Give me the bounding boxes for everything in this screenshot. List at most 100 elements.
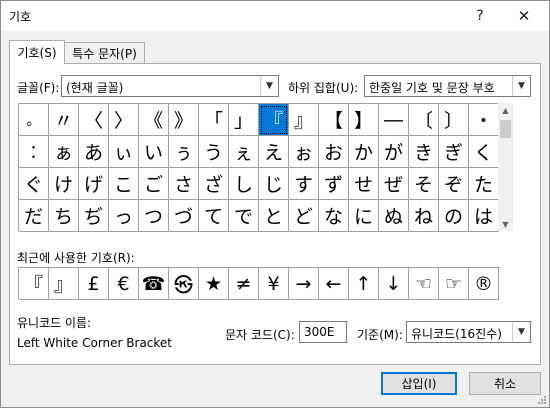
symbol-grid-scrollbar[interactable]: ▲ ▼: [498, 103, 513, 231]
recent-symbol-cell[interactable]: ☎: [139, 268, 169, 300]
symbol-cell[interactable]: ぅ: [169, 136, 199, 168]
symbol-cell[interactable]: っ: [109, 200, 139, 232]
symbol-cell[interactable]: 」: [229, 104, 259, 136]
recent-symbol-cell[interactable]: ☞: [439, 268, 469, 300]
symbol-cell[interactable]: ―: [379, 104, 409, 136]
recent-symbol-cell[interactable]: ㉿: [169, 268, 199, 300]
symbol-cell[interactable]: ぐ: [19, 168, 49, 200]
cancel-button[interactable]: 취소: [469, 372, 541, 395]
symbol-cell[interactable]: ず: [319, 168, 349, 200]
chevron-down-icon[interactable]: ▼: [512, 76, 530, 96]
recent-symbol-cell[interactable]: ☜: [409, 268, 439, 300]
symbol-cell[interactable]: づ: [169, 200, 199, 232]
symbol-cell[interactable]: ね: [409, 200, 439, 232]
symbol-cell[interactable]: ぎ: [439, 136, 469, 168]
symbol-cell[interactable]: ざ: [199, 168, 229, 200]
symbol-cell[interactable]: ・: [469, 104, 499, 136]
symbol-cell[interactable]: せ: [349, 168, 379, 200]
symbol-cell[interactable]: は: [469, 200, 499, 232]
recent-symbol-cell[interactable]: ←: [319, 268, 349, 300]
symbol-cell[interactable]: の: [439, 200, 469, 232]
scroll-down-icon[interactable]: ▼: [498, 217, 513, 231]
symbol-cell[interactable]: に: [349, 200, 379, 232]
symbol-dialog: 기호 ? ✕ 기호(S) 특수 문자(P) 글꼴(F): (현재 글꼴) ▼ 하…: [0, 0, 550, 408]
recent-symbol-cell[interactable]: 』: [49, 268, 79, 300]
recent-symbol-cell[interactable]: →: [289, 268, 319, 300]
symbol-cell[interactable]: ぁ: [49, 136, 79, 168]
recent-symbol-cell[interactable]: ★: [199, 268, 229, 300]
symbol-cell[interactable]: 〔: [409, 104, 439, 136]
symbol-cell[interactable]: 【: [319, 104, 349, 136]
symbol-cell[interactable]: 〃: [49, 104, 79, 136]
recent-symbol-cell[interactable]: ®: [469, 268, 499, 300]
symbol-cell[interactable]: ぇ: [229, 136, 259, 168]
insert-button[interactable]: 삽입(I): [381, 372, 457, 395]
symbol-cell[interactable]: し: [229, 168, 259, 200]
symbol-cell-selected[interactable]: 『: [259, 104, 289, 136]
recent-symbol-cell[interactable]: ↓: [379, 268, 409, 300]
symbol-cell[interactable]: 。: [19, 104, 49, 136]
scroll-thumb[interactable]: [500, 120, 511, 138]
symbol-cell[interactable]: 《: [139, 104, 169, 136]
symbol-cell[interactable]: お: [319, 136, 349, 168]
symbol-cell[interactable]: な: [319, 200, 349, 232]
symbol-cell[interactable]: だ: [19, 200, 49, 232]
scroll-up-icon[interactable]: ▲: [498, 103, 513, 117]
symbol-cell[interactable]: こ: [109, 168, 139, 200]
symbol-cell[interactable]: す: [289, 168, 319, 200]
symbol-cell[interactable]: ち: [49, 200, 79, 232]
symbol-cell[interactable]: た: [469, 168, 499, 200]
symbol-cell[interactable]: ご: [139, 168, 169, 200]
symbol-cell[interactable]: 》: [169, 104, 199, 136]
resize-grip-icon[interactable]: [536, 394, 546, 404]
symbol-cell[interactable]: さ: [169, 168, 199, 200]
from-select[interactable]: 유니코드(16진수) ▼: [406, 321, 531, 343]
close-button[interactable]: ✕: [507, 1, 541, 31]
recent-symbol-cell[interactable]: ≠: [229, 268, 259, 300]
symbol-cell[interactable]: 〈: [79, 104, 109, 136]
symbol-cell[interactable]: か: [349, 136, 379, 168]
symbol-cell[interactable]: と: [259, 200, 289, 232]
tab-special-characters[interactable]: 특수 문자(P): [65, 42, 145, 64]
symbol-cell[interactable]: あ: [79, 136, 109, 168]
symbol-cell[interactable]: 』: [289, 104, 319, 136]
recent-symbol-cell[interactable]: ¥: [259, 268, 289, 300]
symbol-cell[interactable]: 〉: [109, 104, 139, 136]
recent-symbol-cell[interactable]: €: [109, 268, 139, 300]
symbol-cell[interactable]: き: [409, 136, 439, 168]
chevron-down-icon[interactable]: ▼: [512, 322, 530, 342]
symbol-cell[interactable]: 〕: [439, 104, 469, 136]
symbol-cell[interactable]: で: [229, 200, 259, 232]
help-button[interactable]: ?: [463, 1, 497, 31]
symbol-cell[interactable]: つ: [139, 200, 169, 232]
symbol-cell[interactable]: ぢ: [79, 200, 109, 232]
symbol-cell[interactable]: が: [379, 136, 409, 168]
symbol-cell[interactable]: 】: [349, 104, 379, 136]
symbol-cell[interactable]: ︰: [19, 136, 49, 168]
symbol-cell[interactable]: い: [139, 136, 169, 168]
recent-symbol-cell[interactable]: ↑: [349, 268, 379, 300]
symbol-cell[interactable]: ぉ: [289, 136, 319, 168]
symbol-cell[interactable]: け: [49, 168, 79, 200]
symbol-cell[interactable]: ど: [289, 200, 319, 232]
char-code-input[interactable]: 300E: [299, 321, 347, 343]
chevron-down-icon[interactable]: ▼: [260, 76, 278, 96]
symbol-cell[interactable]: て: [199, 200, 229, 232]
symbol-cell[interactable]: う: [199, 136, 229, 168]
symbol-cell[interactable]: げ: [79, 168, 109, 200]
symbol-cell[interactable]: 「: [199, 104, 229, 136]
symbol-cell[interactable]: く: [469, 136, 499, 168]
symbol-grid: 。〃〈〉《》「」『』【】 ― 〔〕・ ︰ ぁあぃいぅうぇえぉおかがきぎくぐけげこごさざし…: [18, 103, 499, 232]
symbol-cell[interactable]: ぬ: [379, 200, 409, 232]
symbol-cell[interactable]: じ: [259, 168, 289, 200]
recent-symbol-cell[interactable]: £: [79, 268, 109, 300]
font-select[interactable]: (현재 글꼴) ▼: [61, 75, 279, 97]
tab-symbols[interactable]: 기호(S): [9, 40, 65, 64]
symbol-cell[interactable]: ぜ: [379, 168, 409, 200]
symbol-cell[interactable]: ぞ: [439, 168, 469, 200]
symbol-cell[interactable]: え: [259, 136, 289, 168]
recent-symbol-cell[interactable]: 『: [19, 268, 49, 300]
symbol-cell[interactable]: そ: [409, 168, 439, 200]
symbol-cell[interactable]: ぃ: [109, 136, 139, 168]
subset-select[interactable]: 한중일 기호 및 문장 부호 ▼: [364, 75, 531, 97]
